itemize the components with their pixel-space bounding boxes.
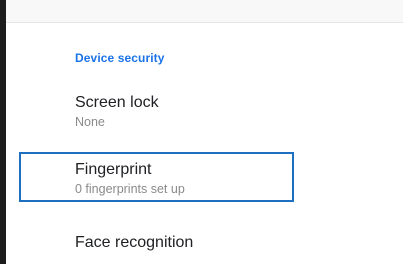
screen-lock-item[interactable]: Screen lock None	[75, 93, 159, 130]
screen-lock-title: Screen lock	[75, 94, 159, 111]
top-bar	[6, 0, 403, 23]
device-screen: Device security Screen lock None Fingerp…	[0, 0, 403, 264]
fingerprint-summary: 0 fingerprints set up	[75, 182, 185, 196]
settings-panel: Device security Screen lock None Fingerp…	[6, 0, 403, 264]
section-header-device-security: Device security	[75, 51, 165, 65]
fingerprint-title: Fingerprint	[75, 161, 152, 178]
face-recognition-item[interactable]: Face recognition	[75, 233, 193, 253]
face-recognition-title: Face recognition	[75, 234, 194, 251]
screen-lock-summary: None	[75, 115, 105, 129]
fingerprint-item[interactable]: Fingerprint 0 fingerprints set up	[75, 160, 185, 197]
